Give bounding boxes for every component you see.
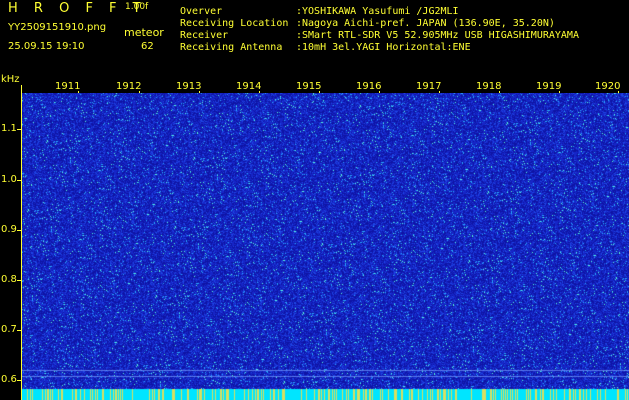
y-tick-mark bbox=[17, 129, 21, 130]
image-filename: YY2509151910.png bbox=[8, 22, 107, 33]
capture-datetime: 25.09.15 19:10 bbox=[8, 41, 85, 52]
y-axis-unit: kHz bbox=[1, 74, 20, 85]
spectrogram-plot bbox=[22, 93, 629, 400]
x-tick-label: 1919 bbox=[536, 81, 562, 92]
info-key: Receiving Location bbox=[180, 18, 289, 29]
info-key: Receiving Antenna bbox=[180, 42, 283, 53]
station-info: Overver :YOSHIKAWA Yasufumi /JG2MLI Rece… bbox=[180, 6, 579, 54]
x-tick-label: 1914 bbox=[236, 81, 262, 92]
y-tick-mark bbox=[17, 380, 21, 381]
info-value: :YOSHIKAWA Yasufumi /JG2MLI bbox=[296, 6, 459, 17]
info-value: :10mH 3el.YAGI Horizontal:ENE bbox=[296, 42, 471, 53]
y-tick-label: 0.7 bbox=[1, 324, 17, 335]
y-tick-mark bbox=[17, 230, 21, 231]
x-tick-label: 1911 bbox=[55, 81, 81, 92]
y-tick-label: 0.8 bbox=[1, 274, 17, 285]
y-tick-mark bbox=[17, 280, 21, 281]
y-tick-mark bbox=[17, 330, 21, 331]
x-tick-label: 1916 bbox=[356, 81, 382, 92]
info-key: Receiver bbox=[180, 30, 229, 41]
x-tick-label: 1917 bbox=[416, 81, 442, 92]
x-tick-label: 1913 bbox=[176, 81, 202, 92]
info-row-receiver: Receiver :SMart RTL-SDR V5 52.905MHz USB… bbox=[180, 30, 579, 42]
x-tick-label: 1912 bbox=[116, 81, 142, 92]
hroft-window: H R O F F T 1.00f YY2509151910.png meteo… bbox=[0, 0, 629, 400]
y-tick-label: 0.6 bbox=[1, 374, 17, 385]
x-tick-label: 1918 bbox=[476, 81, 502, 92]
app-version: 1.00f bbox=[125, 2, 149, 12]
info-row-location: Receiving Location :Nagoya Aichi-pref. J… bbox=[180, 18, 579, 30]
x-tick-label: 1915 bbox=[296, 81, 322, 92]
info-row-antenna: Receiving Antenna :10mH 3el.YAGI Horizon… bbox=[180, 42, 579, 54]
info-value: :Nagoya Aichi-pref. JAPAN (136.90E, 35.2… bbox=[296, 18, 555, 29]
info-row-observer: Overver :YOSHIKAWA Yasufumi /JG2MLI bbox=[180, 6, 579, 18]
y-tick-mark bbox=[17, 180, 21, 181]
meteor-count: 62 bbox=[141, 41, 154, 52]
y-tick-label: 1.1 bbox=[1, 123, 17, 134]
mode-label: meteor bbox=[124, 26, 164, 39]
info-key: Overver bbox=[180, 6, 223, 17]
x-tick-label: 1920 bbox=[595, 81, 621, 92]
y-tick-label: 0.9 bbox=[1, 224, 17, 235]
info-value: :SMart RTL-SDR V5 52.905MHz USB HIGASHIM… bbox=[296, 30, 579, 41]
y-tick-label: 1.0 bbox=[1, 174, 17, 185]
